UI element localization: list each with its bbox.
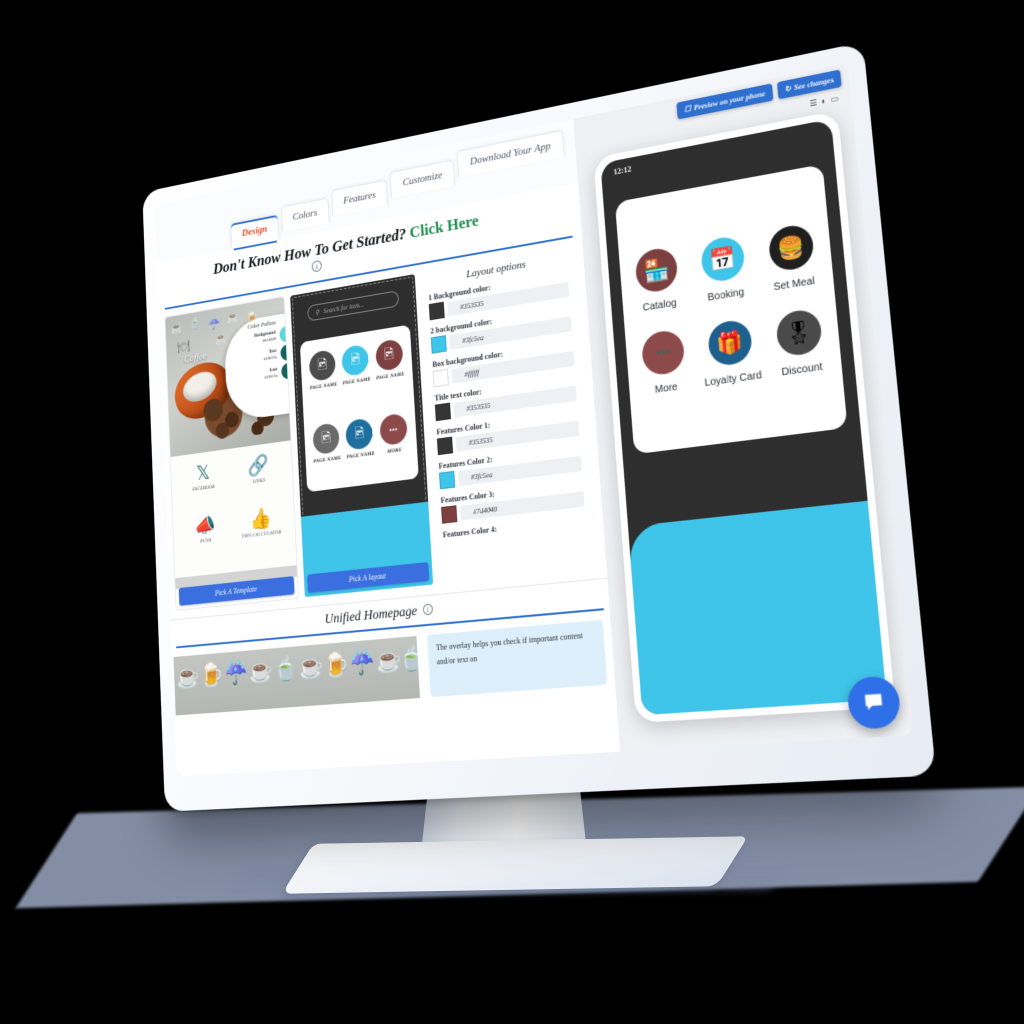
ellipsis-icon: •••: [379, 412, 408, 447]
layout-tile[interactable]: 🖻 PAGE NAME: [312, 422, 343, 491]
award-icon: 🎖: [774, 307, 823, 358]
layout-tile-card: 🖻 PAGE NAME 🖻 PAGE NAME 🖻 PAGE NAME 🖻 PA…: [299, 324, 419, 493]
phone-tile-loyalty-card[interactable]: 🎁 Loyalty Card: [695, 316, 768, 390]
image-icon: 🖻: [308, 349, 337, 382]
palette-label-text: Text: [268, 348, 277, 355]
color-swatch[interactable]: [428, 301, 445, 321]
battery-icon: ▭: [830, 93, 839, 105]
layout-tile-label: PAGE NAME: [346, 450, 375, 461]
phone-tile-more[interactable]: ••• More: [629, 326, 700, 398]
layout-options-panel: Layout options 1 Background color: #3535…: [421, 246, 599, 584]
phone-tile-label: Set Meal: [773, 275, 816, 294]
palette-text-label: Text #10615a: [263, 348, 277, 362]
catalog-icon: 🏪: [634, 245, 680, 295]
search-icon: ⚲: [314, 308, 320, 317]
palette-value-text: #10615a: [264, 372, 278, 380]
palette-icon-label: Icon #10615a: [264, 367, 278, 380]
info-icon[interactable]: i: [422, 603, 433, 616]
phone-tile-label: Catalog: [642, 297, 677, 314]
layout-tile[interactable]: 🖻 PAGE NAME: [374, 338, 406, 408]
template-preview-panel[interactable]: ☕ 🍵 ☔ ☕ 🍺 🍽 ☕ ☕ Coffee: [165, 297, 299, 610]
image-icon: 🖻: [374, 338, 404, 372]
layout-tile-more[interactable]: ••• MORE: [379, 412, 410, 483]
color-swatch[interactable]: [436, 436, 454, 456]
layout-tile-label: PAGE NAME: [309, 381, 338, 392]
unified-title-text: Unified Homepage: [324, 603, 418, 628]
loyalty-card-icon: 🎁: [706, 318, 754, 368]
phone-mockup: 12:12 🏪 Catalog 📅 Booking 🍔 Set Meal •••…: [593, 110, 896, 724]
phone-tile-discount[interactable]: 🎖 Discount: [762, 306, 838, 381]
layout-tile-label: PAGE NAME: [313, 455, 342, 465]
burger-icon: 🍔: [767, 222, 815, 274]
phone-tile-catalog[interactable]: 🏪 Catalog: [623, 244, 693, 317]
monitor: Design Colors Features Customize Downloa…: [142, 41, 937, 812]
chat-bubble-icon[interactable]: [846, 675, 902, 730]
phone-tile-label: Discount: [781, 361, 824, 379]
app-builder-pane: Design Colors Features Customize Downloa…: [154, 118, 621, 777]
color-swatch[interactable]: [438, 470, 456, 490]
monitor-stand-base: [281, 836, 749, 894]
homepage-banner-image[interactable]: ☕ 🍺 ☔ ☕ 🍵 ☕ 🍺 ☔ ☕ 🍵: [173, 635, 421, 716]
refresh-icon: ↻: [784, 83, 792, 94]
phone-tile-set-meal[interactable]: 🍔 Set Meal: [755, 220, 830, 295]
tab-customize[interactable]: Customize: [389, 159, 456, 199]
tab-features[interactable]: Features: [331, 179, 389, 217]
monitor-scene: Design Colors Features Customize Downloa…: [0, 0, 1024, 1024]
template-feature-links[interactable]: 🔗 LINKS: [230, 449, 289, 510]
preview-button-label: Preview on your phone: [693, 88, 766, 113]
layout-tile-label: PAGE NAME: [342, 376, 371, 387]
calendar-icon: 📅: [699, 234, 746, 284]
color-swatch[interactable]: [441, 505, 458, 524]
color-swatch[interactable]: [432, 368, 449, 388]
layout-search-field[interactable]: ⚲ Search for item...: [307, 290, 400, 322]
template-feature-facebook[interactable]: 𝕏 FACEBOOK: [176, 457, 233, 517]
phone-tile-booking[interactable]: 📅 Booking: [688, 232, 761, 306]
phone-accent-background: [628, 500, 887, 716]
image-icon: 🖻: [341, 343, 370, 377]
template-feature-tips-calculator[interactable]: 👍 TIPS CALCULATOR: [232, 503, 291, 563]
phone-tile-label: More: [654, 381, 678, 396]
signal-icon: ☰: [809, 97, 818, 109]
phone-tile-label: Booking: [707, 286, 745, 304]
palette-background-label: Background #61d5d9: [254, 330, 276, 344]
image-icon: 🖻: [345, 417, 374, 451]
color-swatch[interactable]: [434, 402, 451, 422]
phone-tile-label: Loyalty Card: [704, 369, 763, 390]
layout-tile-label: PAGE NAME: [375, 371, 405, 382]
tab-colors[interactable]: Colors: [280, 197, 330, 233]
phone-app-grid: 🏪 Catalog 📅 Booking 🍔 Set Meal ••• More …: [614, 164, 848, 455]
layout-tile[interactable]: 🖻 PAGE NAME: [308, 349, 339, 418]
get-started-link[interactable]: Click Here: [409, 211, 479, 242]
phone-status-icons: ☰ ◐ ▭: [809, 94, 839, 109]
panel-fade: [438, 545, 599, 584]
see-changes-label: See changes: [793, 75, 834, 93]
layout-tile-label: MORE: [387, 447, 402, 455]
image-icon: 🖻: [312, 422, 341, 456]
template-feature-push[interactable]: 📣 PUSH: [178, 510, 235, 569]
layout-search-placeholder: Search for item...: [323, 300, 365, 315]
info-icon[interactable]: i: [311, 259, 323, 273]
chat-bubble-glyph: [864, 693, 883, 711]
layout-preview-panel[interactable]: ⚲ Search for item... 🖻 PAGE NAME 🖻 PAGE …: [290, 274, 434, 598]
template-feature-grid: 𝕏 FACEBOOK 🔗 LINKS 📣 PUSH 👍 TIPS CALCULA…: [170, 440, 297, 579]
palette-label-text: Icon: [269, 367, 278, 373]
layout-tile[interactable]: 🖻 PAGE NAME: [341, 343, 373, 413]
palette-value-text: #10615a: [263, 354, 277, 362]
wifi-icon: ◐: [820, 96, 827, 107]
phone-icon: ☐: [683, 103, 692, 115]
layout-tile[interactable]: 🖻 PAGE NAME: [345, 417, 377, 487]
color-swatch[interactable]: [430, 335, 447, 354]
